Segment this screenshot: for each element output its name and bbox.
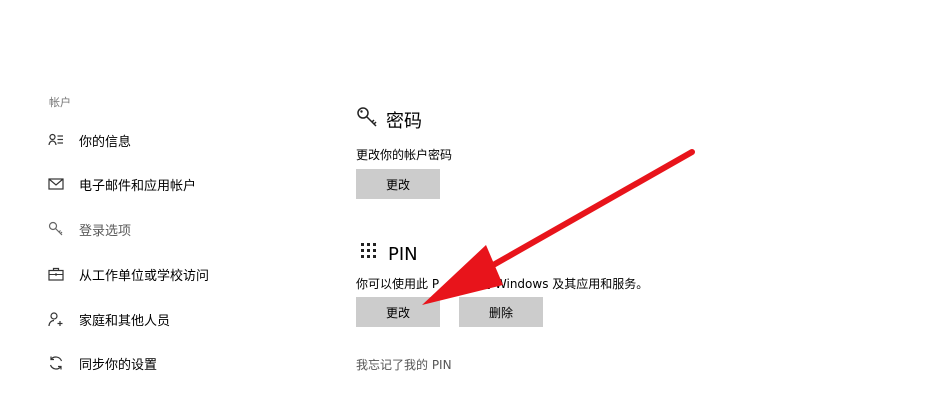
forgot-pin-link[interactable]: 我忘记了我的 PIN — [356, 356, 452, 373]
key-icon — [48, 221, 64, 237]
sidebar-item-label: 同步你的设置 — [79, 357, 158, 373]
settings-sidebar: 帐户 你的信息 电子邮件和应用帐户 登录选项 从工作单位或学校访问 家庭和其他人… — [0, 0, 330, 400]
sidebar-item-sign-in-options[interactable]: 登录选项 — [48, 215, 131, 243]
section-label-accounts: 帐户 — [49, 96, 71, 109]
sidebar-item-label: 从工作单位或学校访问 — [79, 268, 210, 284]
key-icon — [356, 106, 378, 133]
pin-remove-button[interactable]: 删除 — [459, 297, 543, 327]
password-change-button[interactable]: 更改 — [356, 169, 440, 199]
sidebar-item-work-school[interactable]: 从工作单位或学校访问 — [48, 260, 209, 288]
sidebar-item-label: 登录选项 — [79, 223, 132, 239]
sidebar-item-label: 家庭和其他人员 — [79, 313, 171, 329]
sign-in-options-content: 密码 更改你的帐户密码 更改 PIN 你可以使用此 P到 Windows 及其应… — [356, 0, 916, 400]
pin-section-title: PIN — [358, 241, 418, 268]
pin-change-button[interactable]: 更改 — [356, 297, 440, 327]
keypad-icon — [358, 241, 380, 268]
mail-icon — [48, 176, 64, 192]
pin-description: 你可以使用此 P到 Windows 及其应用和服务。 — [356, 277, 649, 291]
sidebar-item-your-info[interactable]: 你的信息 — [48, 126, 131, 154]
sidebar-item-email-accounts[interactable]: 电子邮件和应用帐户 — [48, 170, 196, 198]
sidebar-item-family[interactable]: 家庭和其他人员 — [48, 305, 170, 333]
password-section-title: 密码 — [356, 106, 422, 133]
sidebar-item-sync-settings[interactable]: 同步你的设置 — [48, 349, 157, 377]
password-description: 更改你的帐户密码 — [356, 148, 453, 162]
sidebar-item-label: 你的信息 — [79, 134, 132, 150]
person-add-icon — [48, 311, 64, 327]
sidebar-item-label: 电子邮件和应用帐户 — [79, 178, 197, 194]
sync-icon — [48, 355, 64, 371]
briefcase-icon — [48, 266, 64, 282]
person-list-icon — [48, 132, 64, 148]
